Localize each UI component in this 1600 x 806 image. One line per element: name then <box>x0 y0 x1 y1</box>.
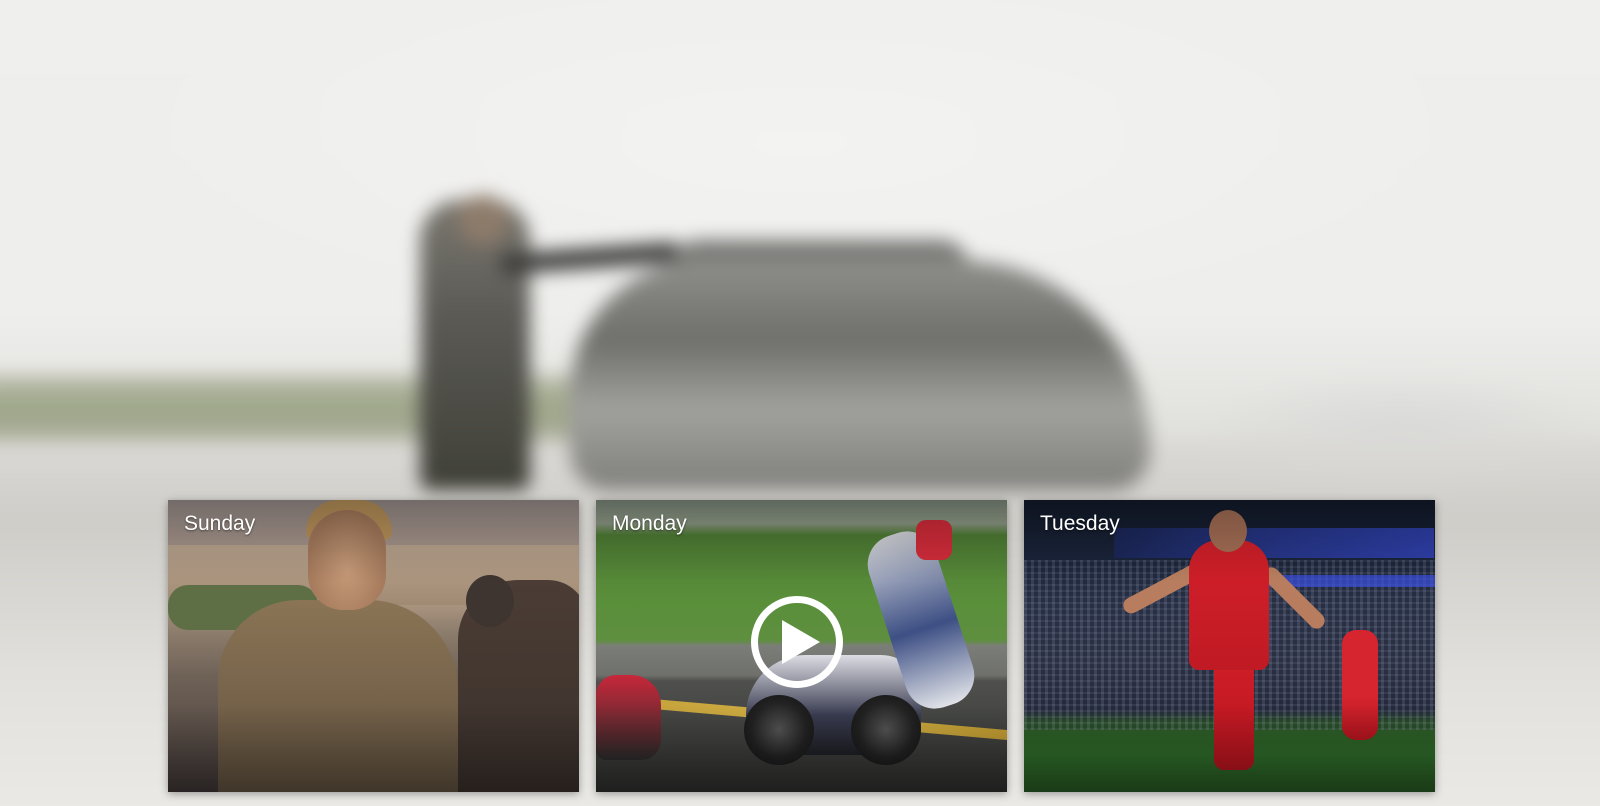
play-button[interactable] <box>751 596 843 688</box>
hero-soldier-head <box>458 195 508 245</box>
schedule-cards-row: Sunday Monday Tuesday <box>168 500 1436 794</box>
card-overlay <box>1024 500 1435 792</box>
card-day-label: Tuesday <box>1040 512 1120 535</box>
page: Sunday Monday Tuesday <box>0 0 1600 806</box>
card-day-label: Monday <box>612 512 687 535</box>
card-day-label: Sunday <box>184 512 256 535</box>
hero-car <box>570 260 1150 490</box>
schedule-card-tuesday[interactable]: Tuesday <box>1024 500 1435 792</box>
schedule-card-monday[interactable]: Monday <box>596 500 1007 792</box>
hero-smoke <box>1190 370 1600 490</box>
schedule-card-sunday[interactable]: Sunday <box>168 500 579 792</box>
play-circle-icon <box>782 620 820 664</box>
card-overlay <box>168 500 579 792</box>
